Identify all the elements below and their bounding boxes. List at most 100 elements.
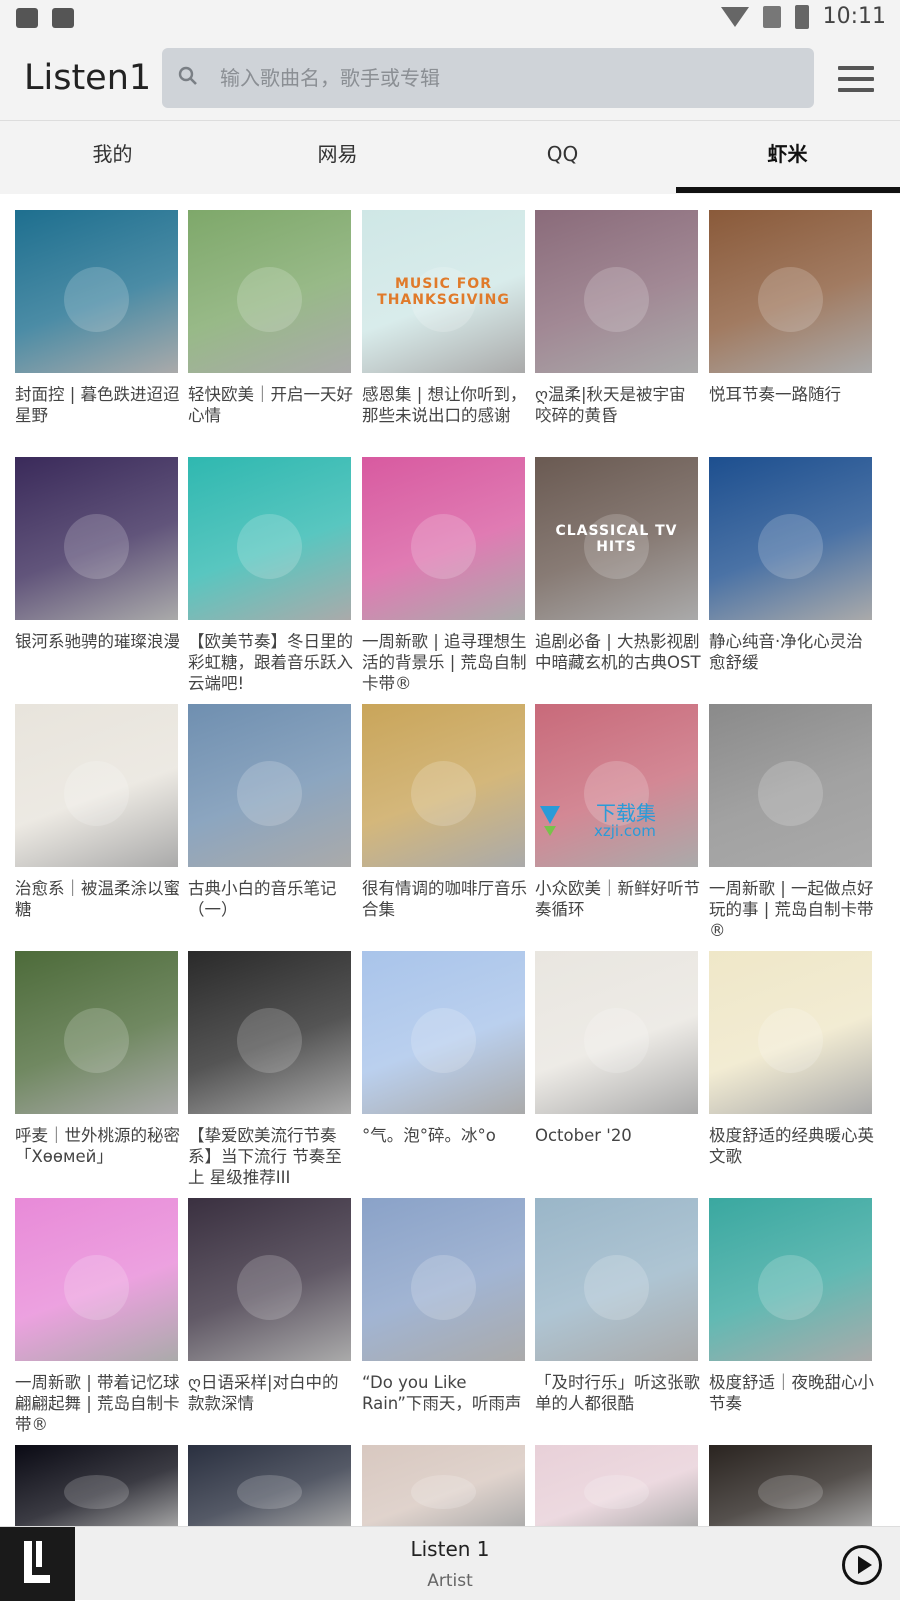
- playlist-card[interactable]: 治愈系｜被温柔涂以蜜糖: [15, 704, 180, 934]
- playlist-card[interactable]: 一周新歌 | 追寻理想生活的背景乐 | 荒岛自制卡带®: [362, 457, 527, 693]
- status-bar: 10:11: [0, 0, 900, 36]
- playlist-card[interactable]: 【挚爱欧美流行节奏系】当下流行 节奏至上 星级推荐III: [188, 951, 351, 1187]
- playlist-cover[interactable]: [15, 210, 178, 373]
- playlist-title: 古典小白的音乐笔记（一）: [188, 879, 337, 919]
- playlist-cover[interactable]: [188, 704, 351, 867]
- play-button[interactable]: [842, 1545, 882, 1585]
- playlist-card[interactable]: [709, 1445, 872, 1531]
- playlist-cover[interactable]: [535, 951, 698, 1114]
- playlist-card[interactable]: [15, 1445, 178, 1531]
- playlist-card[interactable]: 悦耳节奏一路随行: [709, 210, 872, 440]
- playlist-card[interactable]: 轻快欧美｜开启一天好心情: [188, 210, 353, 440]
- tab-mine[interactable]: 我的: [0, 121, 225, 195]
- playlist-title: 极度舒适的经典暖心英文歌: [709, 1126, 874, 1166]
- playlist-cover[interactable]: [188, 1445, 351, 1531]
- playlist-card[interactable]: 小众欧美｜新鲜好听节奏循环: [535, 704, 700, 934]
- playlist-title: 「及时行乐」听这张歌单的人都很酷: [535, 1373, 700, 1413]
- playlist-cover[interactable]: [709, 951, 872, 1114]
- playlist-cover[interactable]: [15, 951, 178, 1114]
- playlist-card[interactable]: 极度舒适｜夜晚甜心小节奏: [709, 1198, 874, 1428]
- search-box[interactable]: [162, 48, 814, 108]
- playlist-cover[interactable]: [709, 210, 872, 373]
- tab-xiami[interactable]: 虾米: [675, 121, 900, 195]
- playlist-card[interactable]: 【欧美节奏】冬日里的彩虹糖，跟着音乐跃入云端吧!: [188, 457, 353, 693]
- playlist-card[interactable]: CLASSICAL TV HITS 追剧必备 | 大热影视剧中暗藏玄机的古典OST: [535, 457, 701, 687]
- playlist-card[interactable]: 古典小白的音乐笔记（一）: [188, 704, 351, 934]
- playlist-title: 一周新歌 | 一起做点好玩的事 | 荒岛自制卡带®: [709, 879, 874, 940]
- playlist-card[interactable]: 很有情调的咖啡厅音乐合集: [362, 704, 527, 934]
- no-signal-icon: [762, 5, 781, 28]
- playlist-cover[interactable]: [535, 704, 698, 867]
- playlist-title: “Do you Like Rain”下雨天，听雨声: [362, 1373, 522, 1413]
- cover-text: MUSIC FOR THANKSGIVING: [377, 276, 510, 308]
- playlist-cover[interactable]: [188, 1198, 351, 1361]
- playlist-cover[interactable]: MUSIC FOR THANKSGIVING: [362, 210, 525, 373]
- playlist-title: October '20: [535, 1126, 632, 1145]
- app-bar: Listen1: [0, 36, 900, 120]
- player-track-artist: Artist: [427, 1571, 473, 1591]
- playlist-card[interactable]: [188, 1445, 351, 1531]
- playlist-card[interactable]: [535, 1445, 698, 1531]
- tab-netease[interactable]: 网易: [225, 121, 450, 195]
- playlist-cover[interactable]: [15, 704, 178, 867]
- player-track-title: Listen 1: [410, 1537, 490, 1561]
- playlist-cover[interactable]: [709, 1198, 872, 1361]
- playlist-cover[interactable]: [362, 704, 525, 867]
- playlist-cover[interactable]: [15, 1445, 178, 1531]
- playlist-cover[interactable]: [362, 951, 525, 1114]
- battery-icon: [794, 4, 809, 29]
- playlist-card[interactable]: 一周新歌 | 带着记忆球翩翩起舞 | 荒岛自制卡带®: [15, 1198, 180, 1434]
- playlist-card[interactable]: “Do you Like Rain”下雨天，听雨声: [362, 1198, 525, 1428]
- playlist-title: ღ温柔|秋天是被宇宙咬碎的黄昏: [535, 385, 686, 425]
- playlist-cover[interactable]: [188, 210, 351, 373]
- playlist-title: °气。泡°碎。冰°o: [362, 1126, 496, 1145]
- playlist-title: 感恩集 | 想让你听到，那些未说出口的感谢: [362, 385, 527, 425]
- playlist-title: 轻快欧美｜开启一天好心情: [188, 385, 353, 425]
- playlist-card[interactable]: 「及时行乐」听这张歌单的人都很酷: [535, 1198, 700, 1428]
- playlist-title: 【挚爱欧美流行节奏系】当下流行 节奏至上 星级推荐III: [188, 1126, 342, 1187]
- playlist-card[interactable]: 极度舒适的经典暖心英文歌: [709, 951, 874, 1181]
- playlist-cover[interactable]: [188, 457, 351, 620]
- playlist-card[interactable]: MUSIC FOR THANKSGIVING 感恩集 | 想让你听到，那些未说出口…: [362, 210, 527, 440]
- playlist-cover[interactable]: [15, 1198, 178, 1361]
- playlist-cover[interactable]: [362, 457, 525, 620]
- playlist-cover[interactable]: [709, 1445, 872, 1531]
- listen1-logo-icon[interactable]: [0, 1527, 75, 1601]
- cover-text: CLASSICAL TV HITS: [555, 523, 678, 555]
- playlist-card[interactable]: 呼麦｜世外桃源的秘密「Хөөмей」: [15, 951, 180, 1181]
- playlist-title: 银河系驰骋的璀璨浪漫: [15, 632, 180, 651]
- playlist-cover[interactable]: [362, 1198, 525, 1361]
- playlist-title: 追剧必备 | 大热影视剧中暗藏玄机的古典OST: [535, 632, 701, 672]
- playlist-cover[interactable]: [709, 704, 872, 867]
- font-notification-icon: [52, 8, 74, 28]
- playlist-cover[interactable]: [188, 951, 351, 1114]
- playlist-title: 小众欧美｜新鲜好听节奏循环: [535, 879, 700, 919]
- wifi-icon: [720, 6, 749, 27]
- menu-icon[interactable]: [838, 66, 874, 92]
- playlist-cover[interactable]: [535, 1198, 698, 1361]
- tab-qq[interactable]: QQ: [450, 121, 675, 195]
- tab-bar: 我的 网易 QQ 虾米: [0, 120, 900, 194]
- player-bar[interactable]: Listen 1 Artist: [0, 1526, 900, 1601]
- playlist-cover[interactable]: [709, 457, 872, 620]
- playlist-cover[interactable]: CLASSICAL TV HITS: [535, 457, 698, 620]
- status-time: 10:11: [822, 4, 886, 29]
- playlist-card[interactable]: 封面控 | 暮色跌进迢迢星野: [15, 210, 180, 440]
- playlist-title: 极度舒适｜夜晚甜心小节奏: [709, 1373, 874, 1413]
- playlist-title: 悦耳节奏一路随行: [709, 385, 841, 404]
- playlist-card[interactable]: 一周新歌 | 一起做点好玩的事 | 荒岛自制卡带®: [709, 704, 874, 940]
- playlist-cover[interactable]: [535, 210, 698, 373]
- playlist-title: 静心纯音·净化心灵治愈舒缓: [709, 632, 863, 672]
- search-input[interactable]: [220, 48, 800, 108]
- playlist-cover[interactable]: [15, 457, 178, 620]
- playlist-cover[interactable]: [535, 1445, 698, 1531]
- playlist-card[interactable]: [362, 1445, 525, 1531]
- playlist-card[interactable]: 银河系驰骋的璀璨浪漫: [15, 457, 180, 687]
- playlist-card[interactable]: ღ日语采样|对白中的款款深情: [188, 1198, 351, 1428]
- playlist-card[interactable]: 静心纯音·净化心灵治愈舒缓: [709, 457, 872, 687]
- playlist-card[interactable]: °气。泡°碎。冰°o: [362, 951, 525, 1181]
- search-icon: [178, 66, 197, 85]
- playlist-cover[interactable]: [362, 1445, 525, 1531]
- playlist-card[interactable]: ღ温柔|秋天是被宇宙咬碎的黄昏: [535, 210, 698, 440]
- playlist-card[interactable]: October '20: [535, 951, 698, 1181]
